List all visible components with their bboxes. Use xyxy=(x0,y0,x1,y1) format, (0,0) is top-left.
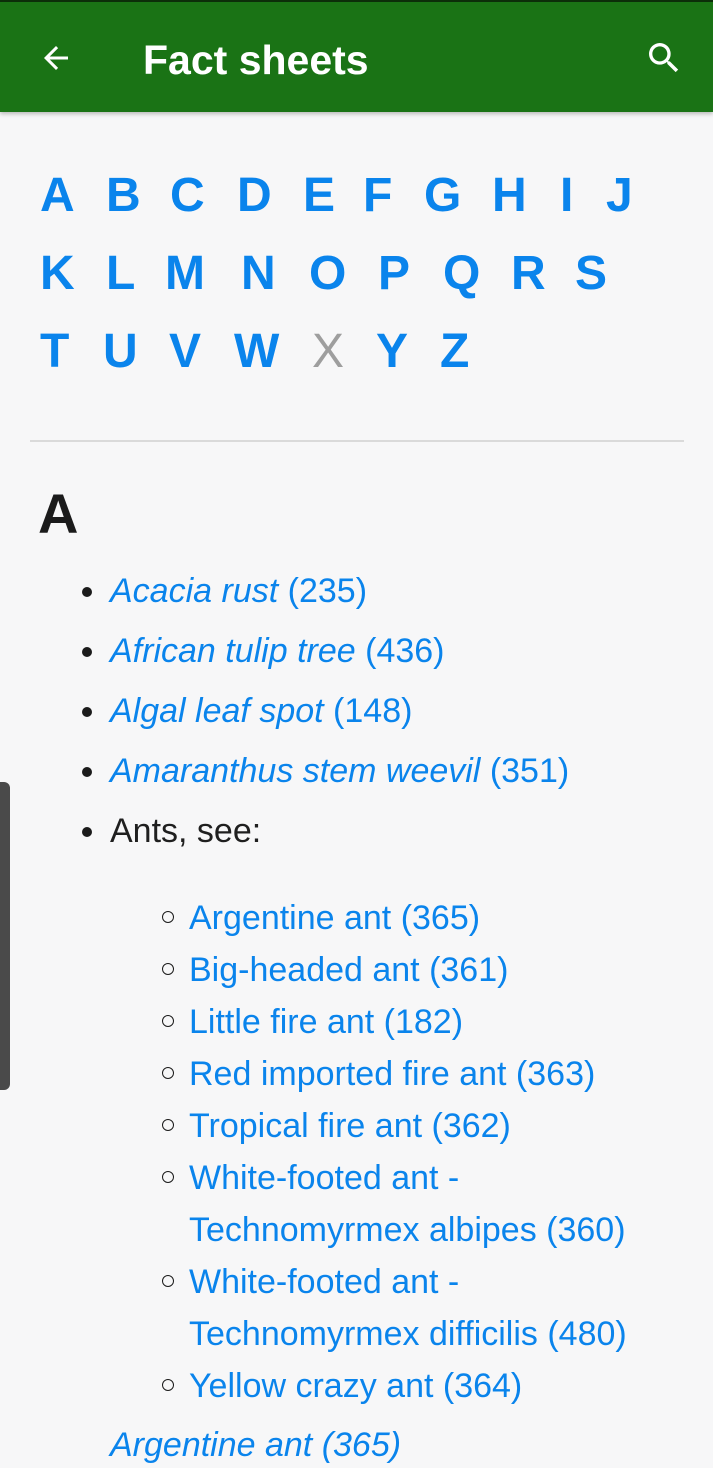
sublist-item[interactable]: White-footed ant - Technomyrmex difficil… xyxy=(160,1256,680,1360)
sublist-item[interactable]: Tropical fire ant (362) xyxy=(160,1100,680,1152)
sublist-item[interactable]: White-footed ant - Technomyrmex albipes … xyxy=(160,1152,680,1256)
list-item[interactable]: Amaranthus stem weevil (351) xyxy=(80,748,700,808)
back-button[interactable] xyxy=(30,32,82,84)
letter-link-t[interactable]: T xyxy=(40,324,69,380)
letter-link-j[interactable]: J xyxy=(606,168,633,224)
letter-x-disabled: X xyxy=(312,325,345,378)
letter-link-b[interactable]: B xyxy=(106,168,141,224)
section-divider xyxy=(30,440,684,442)
letter-link-u[interactable]: U xyxy=(103,324,138,380)
letter-link-v[interactable]: V xyxy=(169,324,201,380)
sublist-item[interactable]: Argentine ant (365) xyxy=(160,892,680,944)
alphabet-row: K L M N O P Q R S xyxy=(40,246,680,324)
item-name: Acacia rust xyxy=(110,572,279,610)
item-number: (148) xyxy=(333,692,413,730)
sublist-item[interactable]: Big-headed ant (361) xyxy=(160,944,680,996)
letter-link-k[interactable]: K xyxy=(40,246,75,302)
arrow-back-icon xyxy=(44,46,68,70)
letter-link-l[interactable]: L xyxy=(106,246,135,302)
letter-link-g[interactable]: G xyxy=(424,168,461,224)
item-name: African tulip tree xyxy=(110,632,356,670)
edge-panel-handle[interactable] xyxy=(0,782,10,1090)
letter-link-w[interactable]: W xyxy=(234,324,279,380)
sublist-item[interactable]: Yellow crazy ant (364) xyxy=(160,1360,680,1412)
letter-link-p[interactable]: P xyxy=(378,246,410,302)
sublist-item[interactable]: Red imported fire ant (363) xyxy=(160,1048,680,1100)
letter-link-d[interactable]: D xyxy=(237,168,272,224)
item-number: (436) xyxy=(365,632,445,670)
item-text: Ants, see: xyxy=(110,812,262,850)
letter-link-n[interactable]: N xyxy=(241,246,276,302)
letter-link-m[interactable]: M xyxy=(165,246,205,302)
item-number: (351) xyxy=(489,752,570,790)
letter-link-q[interactable]: Q xyxy=(443,246,480,302)
search-button[interactable] xyxy=(638,32,690,84)
app-bar: Fact sheets xyxy=(0,0,713,112)
list-item[interactable]: African tulip tree (436) xyxy=(80,628,700,688)
list-item[interactable]: Acacia rust (235) xyxy=(80,568,700,628)
letter-link-i[interactable]: I xyxy=(560,168,573,224)
item-name: Algal leaf spot xyxy=(110,692,324,730)
alphabet-row: T U V W X Y Z xyxy=(40,324,680,402)
sublist-item[interactable]: Little fire ant (182) xyxy=(160,996,680,1048)
list-item-ants: Ants, see: xyxy=(80,808,700,868)
fact-sheet-list: Acacia rust (235) African tulip tree (43… xyxy=(80,568,700,868)
item-number: (235) xyxy=(287,572,368,610)
letter-link-a[interactable]: A xyxy=(40,168,75,224)
ants-sublist: Argentine ant (365) Big-headed ant (361)… xyxy=(160,892,680,1412)
alphabet-row: A B C D E F G H I J xyxy=(40,168,680,246)
letter-link-f[interactable]: F xyxy=(363,168,392,224)
letter-link-z[interactable]: Z xyxy=(440,324,469,380)
letter-link-y[interactable]: Y xyxy=(376,324,408,380)
fact-sheet-index: A B C D E F G H I J K L M N O P Q R S T … xyxy=(0,112,713,1464)
letter-link-e[interactable]: E xyxy=(303,168,335,224)
list-item[interactable]: Algal leaf spot (148) xyxy=(80,688,700,748)
page-title: Fact sheets xyxy=(143,37,369,83)
item-name: Amaranthus stem weevil xyxy=(110,752,481,790)
letter-link-c[interactable]: C xyxy=(170,168,205,224)
letter-link-o[interactable]: O xyxy=(309,246,346,302)
search-icon xyxy=(649,43,679,73)
alphabet-index: A B C D E F G H I J K L M N O P Q R S T … xyxy=(40,168,680,402)
section-heading-a: A xyxy=(38,482,79,545)
letter-link-s[interactable]: S xyxy=(575,246,607,302)
list-item-partial[interactable]: Argentine ant (365) xyxy=(110,1422,401,1468)
letter-link-r[interactable]: R xyxy=(511,246,546,302)
letter-link-h[interactable]: H xyxy=(492,168,527,224)
